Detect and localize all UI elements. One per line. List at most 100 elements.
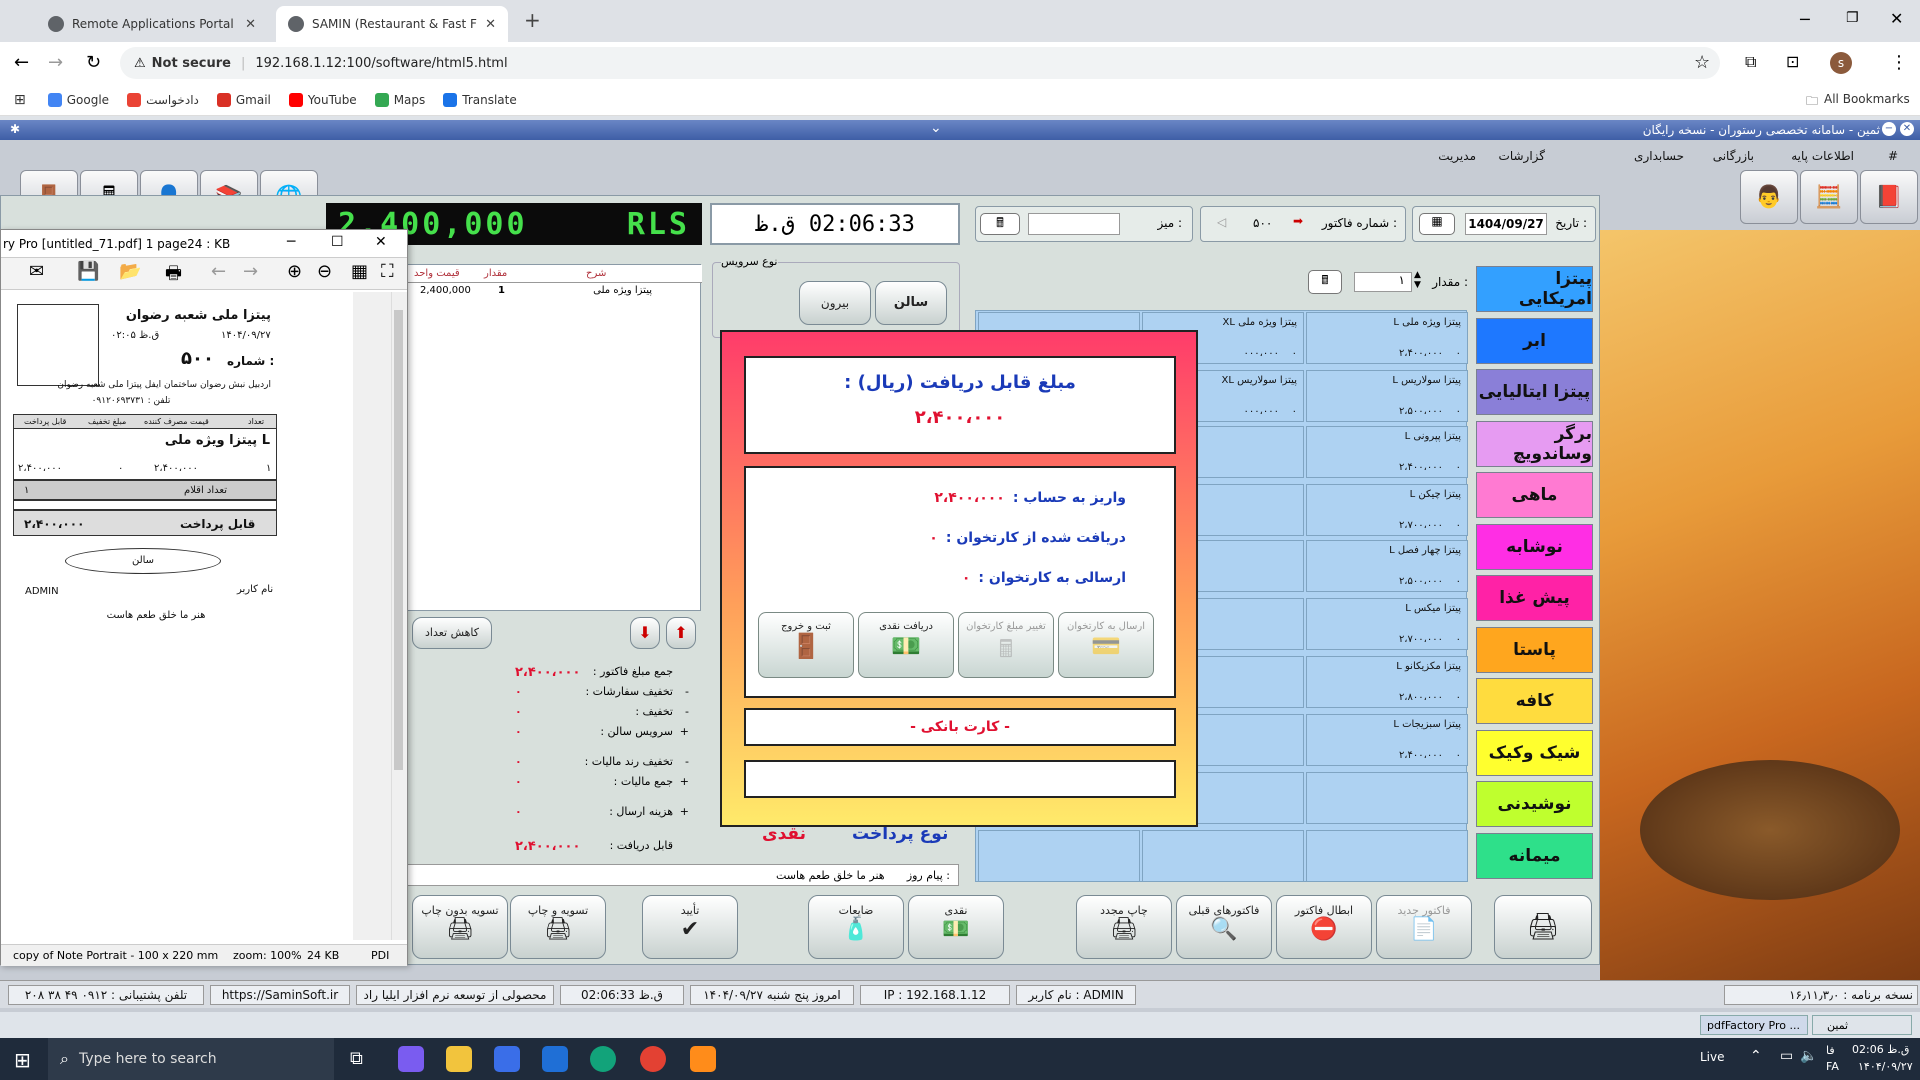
- apps-icon[interactable]: ⊞: [14, 92, 26, 108]
- category-button[interactable]: ماهی: [1476, 472, 1593, 518]
- store-icon[interactable]: [494, 1046, 520, 1072]
- category-button[interactable]: پاستا: [1476, 626, 1593, 673]
- cash-receive-button[interactable]: دریافت نقدی 💵: [858, 612, 954, 678]
- menu-commerce[interactable]: بازرگانی: [1713, 149, 1754, 163]
- extensions-icon[interactable]: ⧉: [1745, 52, 1756, 72]
- not-secure-label[interactable]: Not secure: [152, 56, 231, 71]
- empty-item-slot[interactable]: [1142, 830, 1304, 882]
- menu-hash[interactable]: #: [1888, 149, 1898, 163]
- profile-avatar[interactable]: s: [1830, 52, 1852, 74]
- menu-reports[interactable]: گزارشات: [1499, 149, 1545, 163]
- tab-remote-portal[interactable]: Remote Applications Portal ✕: [36, 6, 268, 42]
- category-button[interactable]: پیتزا امریکایی: [1476, 266, 1593, 312]
- next-arrow-icon[interactable]: ➡: [1293, 214, 1303, 228]
- collapse-chevron-icon[interactable]: ⌄: [930, 120, 942, 136]
- taskbar-clock[interactable]: ق.ظ 02:06: [1852, 1043, 1909, 1056]
- move-up-button[interactable]: ⬆: [666, 617, 696, 649]
- tab-samin[interactable]: SAMIN (Restaurant & Fast Food ✕: [276, 6, 508, 42]
- copilot-icon[interactable]: [398, 1046, 424, 1072]
- menu-accounting[interactable]: حسابداری: [1634, 149, 1684, 163]
- category-button[interactable]: شیک وکیک: [1476, 729, 1593, 776]
- minimize-icon[interactable]: ─: [1800, 10, 1810, 29]
- category-button[interactable]: نوشابه: [1476, 523, 1593, 570]
- restore-icon[interactable]: ❐: [1846, 10, 1859, 26]
- taskbar-search[interactable]: ⌕ Type here to search: [48, 1038, 334, 1080]
- empty-item-slot[interactable]: [1306, 830, 1468, 882]
- close-tab-icon[interactable]: ✕: [485, 17, 496, 32]
- empty-item-slot[interactable]: [1306, 772, 1468, 824]
- category-button[interactable]: پیش غذا: [1476, 575, 1593, 621]
- table-row[interactable]: 2,400,000 1 پیتزا ویژه ملی: [406, 283, 702, 299]
- date-input[interactable]: 1404/09/27: [1465, 213, 1547, 235]
- action-button[interactable]: تأیید ✔: [642, 895, 738, 959]
- pdf-scrollbar[interactable]: [391, 292, 405, 940]
- service-out-button[interactable]: بیرون: [799, 281, 871, 325]
- table-input[interactable]: [1028, 213, 1120, 235]
- zoom-in-icon[interactable]: ⊕: [287, 261, 302, 282]
- category-button[interactable]: برگر وساندویچ: [1476, 420, 1593, 467]
- move-down-button[interactable]: ⬇: [630, 617, 660, 649]
- action-button[interactable]: ضایعات 🧴: [808, 895, 904, 959]
- reduce-qty-button[interactable]: کاهش تعداد: [412, 617, 492, 649]
- empty-item-slot[interactable]: [978, 830, 1140, 882]
- remote-app-icon[interactable]: [690, 1046, 716, 1072]
- volume-icon[interactable]: 🔈: [1800, 1048, 1817, 1064]
- back-icon[interactable]: ←: [14, 52, 29, 73]
- open-folder-icon[interactable]: 📂: [119, 261, 141, 282]
- payment-note-box[interactable]: [744, 760, 1176, 798]
- network-icon[interactable]: ▭: [1780, 1048, 1793, 1064]
- action-button[interactable]: چاپ مجدد 🖨: [1076, 895, 1172, 959]
- save-exit-button[interactable]: ثبت و خروج 🚪: [758, 612, 854, 678]
- menu-item-button[interactable]: پیتزا سبزیجات L ۲،۴۰۰،۰۰۰ ۰: [1306, 714, 1468, 766]
- tray-chevron-icon[interactable]: ⌃: [1750, 1048, 1762, 1064]
- book-toolbar-button[interactable]: 📕: [1860, 170, 1918, 224]
- all-bookmarks[interactable]: 🗀 All Bookmarks: [1806, 92, 1910, 113]
- reload-icon[interactable]: ↻: [86, 52, 101, 73]
- status-website-link[interactable]: https://SaminSoft.ir: [210, 985, 350, 1005]
- weather-live[interactable]: Live: [1700, 1050, 1725, 1064]
- outlook-icon[interactable]: [542, 1046, 568, 1072]
- task-view-icon[interactable]: ⧉: [350, 1048, 363, 1069]
- bookmark-dadkhast[interactable]: دادخواست: [127, 92, 199, 107]
- bookmark-google[interactable]: Google: [47, 92, 109, 107]
- print-settings-button[interactable]: 🖨: [1494, 895, 1592, 959]
- send-to-card-reader-button[interactable]: ارسال به کارتخوان 💳: [1058, 612, 1154, 678]
- action-button[interactable]: تسویه و چاپ 🖨: [510, 895, 606, 959]
- previous-arrow-icon[interactable]: ◁: [1217, 215, 1226, 229]
- bookmark-translate[interactable]: Translate: [443, 92, 517, 107]
- zoom-out-icon[interactable]: ⊖: [317, 261, 332, 282]
- chrome-icon[interactable]: [640, 1046, 666, 1072]
- file-explorer-icon[interactable]: [446, 1046, 472, 1072]
- menu-item-button[interactable]: پیتزا میکس L ۲،۷۰۰،۰۰۰ ۰: [1306, 598, 1468, 650]
- bookmark-maps[interactable]: Maps: [374, 92, 425, 107]
- category-button[interactable]: پیتزا ایتالیایی: [1476, 369, 1593, 415]
- menu-item-button[interactable]: پیتزا پپرونی L ۲،۴۰۰،۰۰۰ ۰: [1306, 426, 1468, 478]
- menu-basic-info[interactable]: اطلاعات پایه: [1791, 149, 1854, 163]
- change-card-amount-button[interactable]: تغییر مبلغ کارتخوان 🖩: [958, 612, 1054, 678]
- action-button[interactable]: فاکتور جدید 📄: [1376, 895, 1472, 959]
- category-button[interactable]: نوشیدنی: [1476, 781, 1593, 827]
- pdf-scrollbar-thumb[interactable]: [394, 310, 403, 770]
- forward-icon[interactable]: →: [48, 52, 63, 73]
- qty-input[interactable]: ۱: [1354, 272, 1412, 292]
- url-text[interactable]: 192.168.1.12:100/software/html5.html: [255, 56, 507, 71]
- cast-icon[interactable]: ⊡: [1786, 52, 1799, 71]
- pdf-minimize-icon[interactable]: ─: [287, 234, 295, 250]
- table-keypad-button[interactable]: 🖩: [980, 213, 1020, 235]
- action-button[interactable]: فاکتورهای قبلی 🔍: [1176, 895, 1272, 959]
- more-menu-icon[interactable]: ⋮: [1890, 52, 1908, 73]
- calculator-keypad-toolbar-button[interactable]: 🧮: [1800, 170, 1858, 224]
- menu-item-button[interactable]: پیتزا چیکن L ۲،۷۰۰،۰۰۰ ۰: [1306, 484, 1468, 536]
- taskbar-date[interactable]: ۱۴۰۴/۰۹/۲۷: [1858, 1060, 1913, 1073]
- category-button[interactable]: ابر: [1476, 317, 1593, 364]
- qty-keypad-button[interactable]: 🖩: [1308, 270, 1342, 294]
- action-button[interactable]: نقدی 💵: [908, 895, 1004, 959]
- pdf-maximize-icon[interactable]: ☐: [331, 234, 344, 250]
- windows-start-icon[interactable]: ⊞: [14, 1048, 31, 1072]
- calendar-button[interactable]: ▦: [1419, 213, 1455, 235]
- email-icon[interactable]: ✉: [29, 261, 44, 282]
- save-icon[interactable]: 💾: [77, 261, 99, 282]
- fit-page-icon[interactable]: ⛶: [381, 261, 394, 282]
- pdf-task-button[interactable]: pdfFactory Pro ...: [1700, 1015, 1808, 1035]
- prev-page-icon[interactable]: ←: [211, 261, 226, 282]
